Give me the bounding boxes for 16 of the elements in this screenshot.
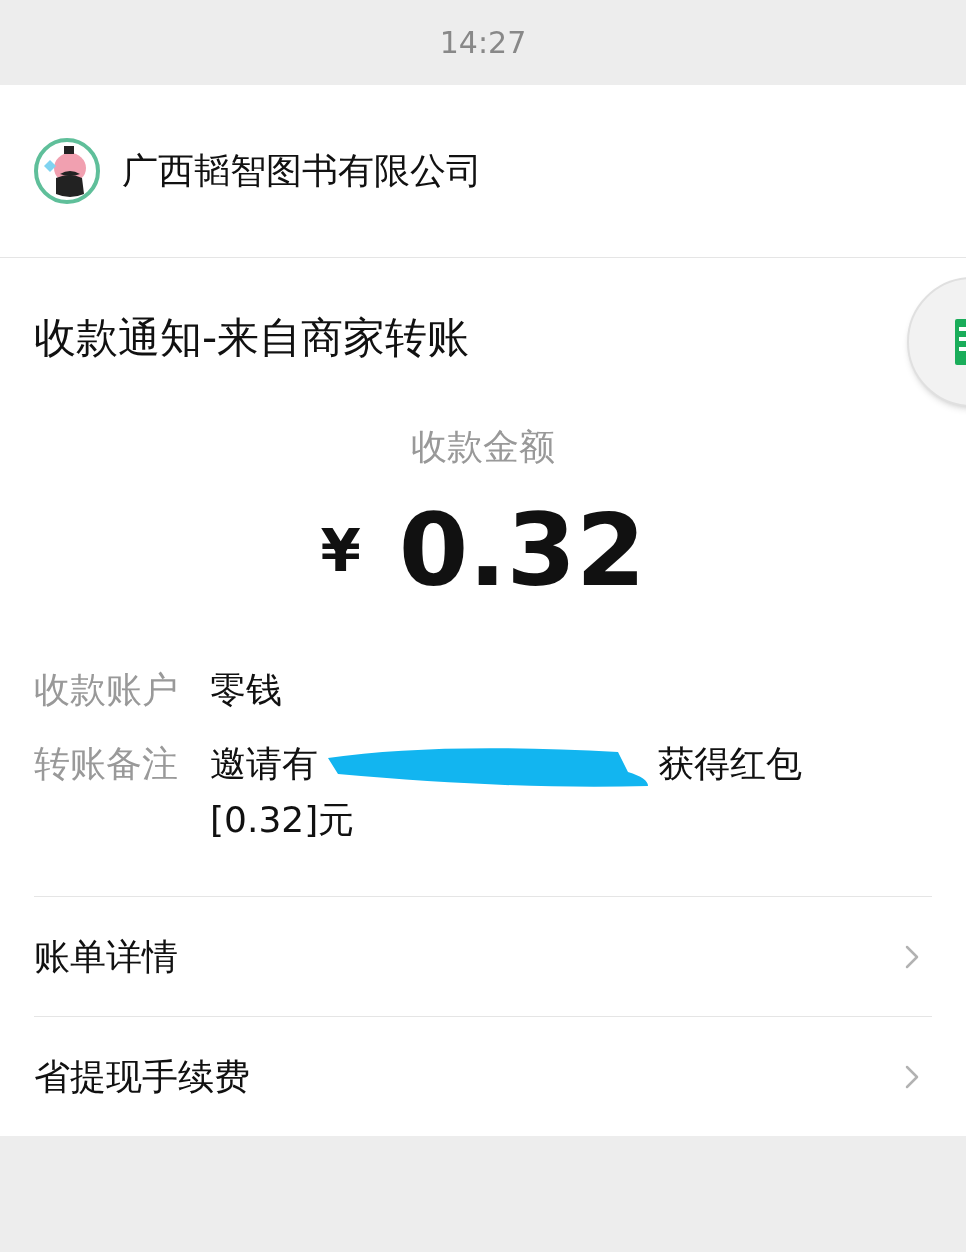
- list-link[interactable]: 账单详情: [34, 896, 932, 1016]
- field-value: 零钱: [210, 668, 282, 712]
- avatar-icon: [34, 138, 100, 204]
- notice-title: 收款通知-来自商家转账: [34, 312, 471, 364]
- field-label: 收款账户: [34, 668, 178, 712]
- currency-symbol: ¥: [320, 515, 361, 587]
- document-icon: [955, 319, 966, 365]
- field-value: 获得红包: [658, 742, 802, 786]
- amount-value: 0.32: [398, 496, 646, 606]
- list-link[interactable]: 省提现手续费: [34, 1016, 932, 1136]
- field-value: [0.32]元: [210, 798, 356, 842]
- amount-label: 收款金额: [411, 425, 555, 469]
- merchant-name: 广西韬智图书有限公司: [122, 149, 482, 193]
- status-time: 14:27: [439, 24, 527, 62]
- field-value: 邀请有: [210, 742, 318, 786]
- field-label: 转账备注: [34, 742, 178, 786]
